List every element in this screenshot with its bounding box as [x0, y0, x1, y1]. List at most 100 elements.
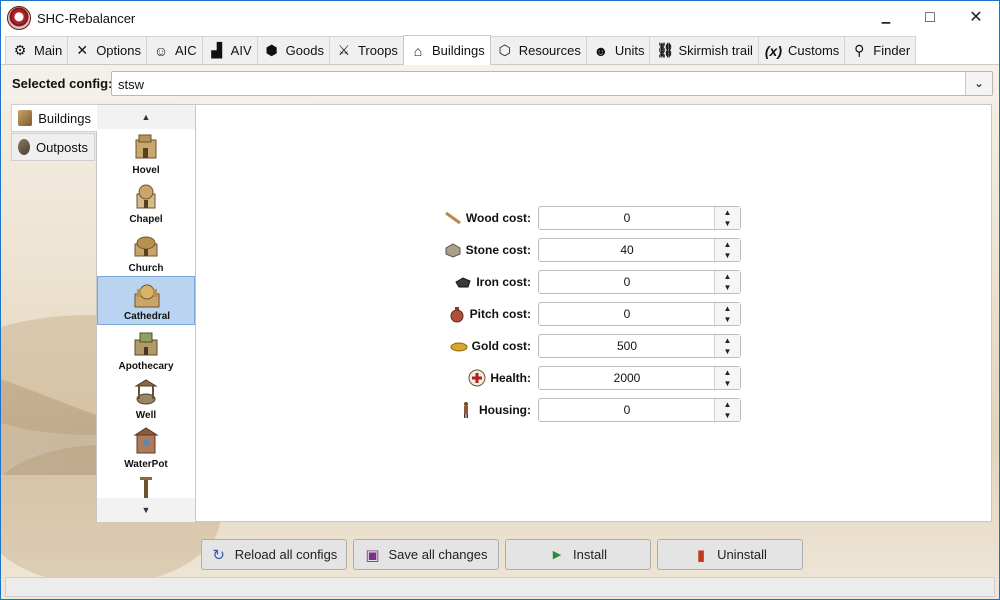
list-item-apothecary[interactable]: Apothecary: [97, 325, 195, 374]
tab-customs[interactable]: (x) Customs: [757, 36, 846, 64]
install-button[interactable]: ▶ Install: [505, 539, 651, 570]
field-label: Housing:: [479, 403, 531, 417]
decrement-button[interactable]: ▼: [715, 282, 740, 293]
increment-button[interactable]: ▲: [715, 303, 740, 314]
increment-button[interactable]: ▲: [715, 399, 740, 410]
swords-icon: ⚔: [337, 42, 351, 58]
tab-buildings[interactable]: ⌂ Buildings: [402, 35, 491, 65]
tab-main[interactable]: ⚙ Main: [5, 36, 69, 64]
scroll-down-button[interactable]: ▼: [97, 498, 195, 522]
minimize-button[interactable]: ▁: [871, 7, 901, 29]
chevron-down-icon[interactable]: ⌄: [965, 72, 992, 95]
iron-cost-input[interactable]: 0 ▲ ▼: [538, 270, 741, 294]
field-value: 0: [623, 307, 631, 321]
save-icon: ▣: [365, 546, 380, 564]
tower-icon: [140, 477, 152, 498]
tab-aiv[interactable]: ▟ AIV: [201, 36, 258, 64]
list-item-well[interactable]: Well: [97, 374, 195, 423]
tools-icon: ✕: [76, 42, 89, 58]
spinner: ▲ ▼: [714, 239, 740, 261]
decrement-button[interactable]: ▼: [715, 218, 740, 229]
tab-finder[interactable]: ⚲ Finder: [844, 36, 917, 64]
building-icon: [18, 110, 33, 126]
decrement-button[interactable]: ▼: [715, 410, 740, 421]
well-icon: [134, 379, 158, 405]
increment-button[interactable]: ▲: [715, 271, 740, 282]
button-label: Install: [573, 547, 607, 562]
field-label-group: Iron cost:: [454, 270, 531, 294]
config-select[interactable]: stsw ⌄: [111, 71, 993, 96]
tab-label: Customs: [788, 43, 840, 58]
field-label: Stone cost:: [465, 243, 531, 257]
chapel-icon: [136, 184, 156, 209]
cube-icon: ⬡: [498, 42, 511, 58]
factory-icon: ▟: [211, 42, 223, 58]
tab-label: Buildings: [431, 43, 485, 58]
iron-icon: [455, 277, 471, 288]
app-logo-icon: [7, 6, 31, 30]
list-item-cathedral[interactable]: Cathedral: [97, 276, 195, 325]
sidetab-label: Buildings: [38, 110, 91, 126]
warehouse-icon: ⌂: [413, 42, 423, 59]
increment-button[interactable]: ▲: [715, 207, 740, 218]
housing-input[interactable]: 0 ▲ ▼: [538, 398, 741, 422]
increment-button[interactable]: ▲: [715, 367, 740, 378]
config-value: stsw: [118, 77, 144, 92]
apothecary-icon: [134, 332, 158, 356]
tab-goods[interactable]: ⬢ Goods: [256, 36, 330, 64]
hovel-icon: [135, 134, 157, 159]
cathedral-icon: [134, 284, 160, 308]
list-item-waterpot[interactable]: WaterPot: [97, 423, 195, 472]
scroll-up-button[interactable]: ▲: [97, 105, 195, 129]
uninstall-button[interactable]: ▮ Uninstall: [657, 539, 803, 570]
building-list: ▲ Hovel Chapel Church Cathedral Apotheca…: [96, 104, 196, 522]
list-item-chapel[interactable]: Chapel: [97, 178, 195, 227]
decrement-button[interactable]: ▼: [715, 250, 740, 261]
sidetab-label: Outposts: [35, 139, 88, 155]
pitch-icon: [450, 307, 464, 323]
tab-resources[interactable]: ⬡ Resources: [489, 36, 587, 64]
sidetab-outposts[interactable]: Outposts: [11, 133, 95, 161]
wood-icon: [445, 211, 461, 225]
tab-aic[interactable]: ☺ AIC: [146, 36, 203, 64]
tab-units[interactable]: ☻ Units: [585, 36, 651, 64]
wood-cost-row: Wood cost: 0 ▲ ▼: [196, 206, 993, 230]
increment-button[interactable]: ▲: [715, 335, 740, 346]
tab-troops[interactable]: ⚔ Troops: [328, 36, 404, 64]
wood-cost-input[interactable]: 0 ▲ ▼: [538, 206, 741, 230]
field-label-group: Stone cost:: [444, 238, 531, 262]
increment-button[interactable]: ▲: [715, 239, 740, 250]
decrement-button[interactable]: ▼: [715, 346, 740, 357]
tab-skirmish-trail[interactable]: ⛓ Skirmish trail: [649, 36, 759, 64]
main-tab-bar: ⚙ Main ✕ Options ☺ AIC ▟ AIV ⬢ Goods ⚔ T…: [5, 35, 917, 65]
housing-icon: [464, 402, 468, 418]
outpost-icon: [18, 139, 30, 155]
list-item-hovel[interactable]: Hovel: [97, 129, 195, 178]
gold-cost-input[interactable]: 500 ▲ ▼: [538, 334, 741, 358]
list-item-church[interactable]: Church: [97, 227, 195, 276]
reload-configs-button[interactable]: ↻ Reload all configs: [201, 539, 347, 570]
tab-options[interactable]: ✕ Options: [67, 36, 147, 64]
health-icon: [468, 369, 486, 387]
gear-icon: ⚙: [13, 42, 27, 58]
sidetab-buildings[interactable]: Buildings: [11, 104, 97, 132]
button-label: Uninstall: [717, 547, 767, 562]
waterpot-icon: [133, 427, 159, 454]
decrement-button[interactable]: ▼: [715, 314, 740, 325]
save-changes-button[interactable]: ▣ Save all changes: [353, 539, 499, 570]
spinner: ▲ ▼: [714, 367, 740, 389]
health-row: Health: 2000 ▲ ▼: [196, 366, 993, 390]
list-item-label: Cathedral: [123, 311, 171, 322]
tab-label: Goods: [285, 43, 324, 58]
stone-cost-input[interactable]: 40 ▲ ▼: [538, 238, 741, 262]
tab-label: AIV: [230, 43, 252, 58]
field-label: Wood cost:: [465, 211, 531, 225]
health-input[interactable]: 2000 ▲ ▼: [538, 366, 741, 390]
pitch-cost-input[interactable]: 0 ▲ ▼: [538, 302, 741, 326]
decrement-button[interactable]: ▼: [715, 378, 740, 389]
list-item-label: WaterPot: [124, 459, 168, 470]
close-button[interactable]: ✕: [961, 7, 991, 29]
robot-icon: ☺: [153, 42, 169, 59]
maximize-button[interactable]: □: [915, 7, 945, 29]
pitch-cost-row: Pitch cost: 0 ▲ ▼: [196, 302, 993, 326]
